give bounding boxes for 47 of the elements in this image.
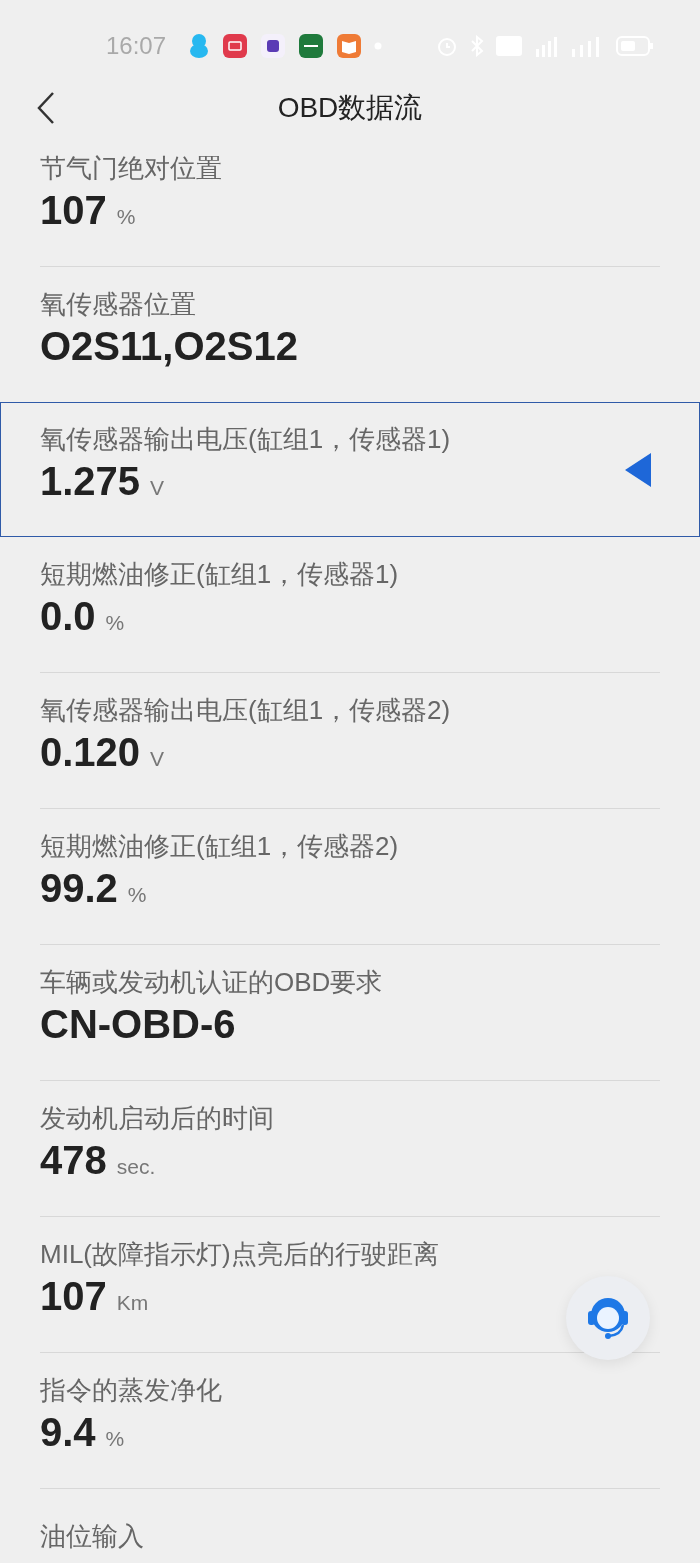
selected-data-row[interactable]: 氧传感器输出电压(缸组1，传感器1) 1.275 V (0, 402, 700, 537)
parameter-value: 478 (40, 1137, 107, 1183)
data-row[interactable]: 短期燃油修正(缸组1，传感器2) 99.2 % (0, 809, 700, 944)
parameter-label: 车辆或发动机认证的OBD要求 (40, 965, 383, 999)
parameter-label: 氧传感器位置 (40, 287, 197, 321)
parameter-value: 99.2 (40, 865, 118, 911)
parameter-unit: sec. (116, 1154, 156, 1179)
data-row[interactable]: 节气门绝对位置 107 % (0, 131, 700, 266)
parameter-value: O2S11,O2S12 (40, 323, 298, 369)
data-row[interactable]: 氧传感器位置 O2S11,O2S12 (0, 267, 700, 402)
parameter-unit: V (150, 746, 165, 771)
parameter-label: 短期燃油修正(缸组1，传感器1) (40, 557, 399, 591)
parameter-label: 指令的蒸发净化 (40, 1373, 222, 1407)
parameter-unit: % (127, 882, 147, 907)
status-time: 16:07 (106, 32, 167, 60)
data-row[interactable]: 发动机启动后的时间 478 sec. (0, 1081, 700, 1216)
parameter-label: 氧传感器输出电压(缸组1，传感器2) (40, 693, 451, 727)
parameter-unit: % (105, 1426, 125, 1451)
data-row[interactable]: 氧传感器输出电压(缸组1，传感器2) 0.120 V (0, 673, 700, 808)
data-row[interactable]: 短期燃油修正(缸组1，传感器1) 0.0 % (0, 537, 700, 672)
parameter-label: 氧传感器输出电压(缸组1，传感器1) (40, 422, 451, 456)
chat-app-icon (260, 33, 287, 59)
data-row[interactable]: 油位输入 (0, 1489, 700, 1554)
data-row[interactable]: MIL(故障指示灯)点亮后的行驶距离 107 Km (0, 1217, 700, 1352)
parameter-value: 0.120 (40, 729, 141, 775)
data-row[interactable]: 车辆或发动机认证的OBD要求 CN-OBD-6 (0, 945, 700, 1080)
parameter-label: 发动机启动后的时间 (40, 1101, 274, 1135)
parameter-unit: % (116, 204, 136, 229)
parameter-value: 107 (40, 1273, 107, 1319)
page-title: OBD数据流 (277, 91, 423, 125)
parameter-value: 0.0 (40, 593, 96, 639)
parameter-unit: Km (116, 1290, 149, 1315)
parameter-unit: V (150, 475, 165, 500)
book-app-icon (336, 33, 363, 59)
parameter-value: 9.4 (40, 1409, 96, 1455)
video-app-icon (222, 33, 249, 59)
parameter-value: 107 (40, 187, 107, 233)
parameter-unit: % (105, 610, 125, 635)
parameter-label: 油位输入 (40, 1520, 144, 1553)
parameter-label: 短期燃油修正(缸组1，传感器2) (40, 829, 399, 863)
store-app-icon (298, 33, 325, 59)
parameter-label: 节气门绝对位置 (40, 151, 222, 185)
parameter-value: 1.275 (40, 458, 141, 504)
triangle-marker-icon (623, 451, 653, 488)
data-row[interactable]: 指令的蒸发净化 9.4 % (0, 1353, 700, 1488)
parameter-label: MIL(故障指示灯)点亮后的行驶距离 (40, 1237, 439, 1271)
parameter-value: CN-OBD-6 (40, 1001, 236, 1047)
